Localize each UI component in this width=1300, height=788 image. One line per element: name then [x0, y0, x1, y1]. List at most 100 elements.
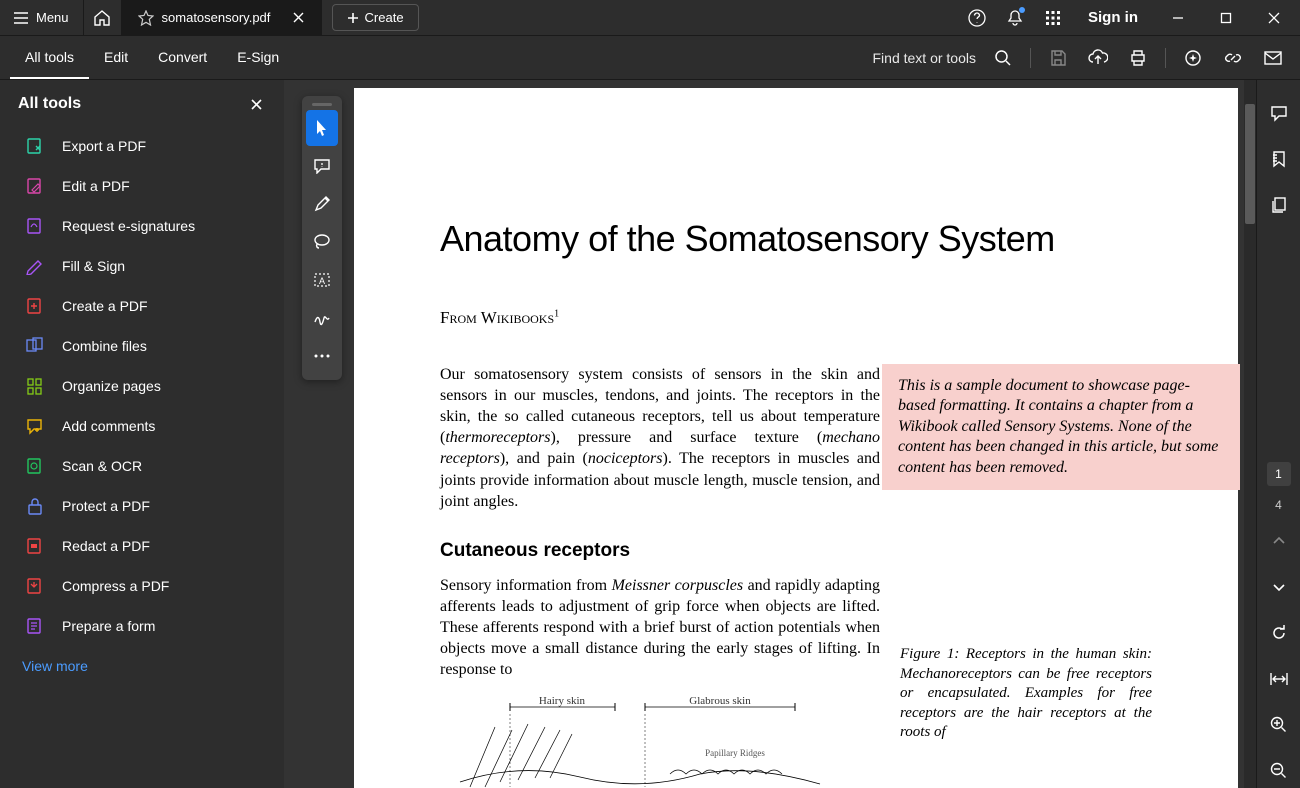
scrollbar-thumb[interactable]	[1245, 104, 1255, 224]
rotate-button[interactable]	[1262, 616, 1296, 650]
tool-label: Redact a PDF	[62, 538, 150, 554]
skin-diagram: Hairy skin Glabrous skin Papillary Ridge…	[440, 692, 880, 788]
tool-label: Edit a PDF	[62, 178, 130, 194]
comments-icon	[1270, 104, 1288, 122]
apps-button[interactable]	[1036, 1, 1070, 35]
print-button[interactable]	[1121, 41, 1155, 75]
menu-button[interactable]: Menu	[0, 0, 84, 35]
tool-icon	[26, 337, 44, 355]
tool-icon	[26, 617, 44, 635]
chevron-down-icon	[1272, 582, 1286, 592]
home-button[interactable]	[84, 0, 122, 35]
tab-close-button[interactable]	[286, 5, 312, 31]
tool-icon	[26, 297, 44, 315]
help-button[interactable]	[960, 1, 994, 35]
tool-item-edit-a-pdf[interactable]: Edit a PDF	[18, 166, 266, 206]
tool-item-fill-sign[interactable]: Fill & Sign	[18, 246, 266, 286]
create-label: Create	[365, 10, 404, 25]
link-button[interactable]	[1216, 41, 1250, 75]
zoom-in-icon	[1270, 716, 1288, 734]
sidebar-close-button[interactable]	[246, 94, 266, 114]
sample-note-box: This is a sample document to showcase pa…	[882, 364, 1240, 490]
cursor-icon	[314, 119, 330, 137]
tool-label: Request e-signatures	[62, 218, 195, 234]
tab-filename: somatosensory.pdf	[162, 10, 271, 25]
tab-esign[interactable]: E-Sign	[222, 36, 294, 79]
tool-item-add-comments[interactable]: Add comments	[18, 406, 266, 446]
maximize-icon	[1220, 12, 1232, 24]
scrollbar[interactable]	[1244, 80, 1256, 788]
tool-item-request-e-signatures[interactable]: Request e-signatures	[18, 206, 266, 246]
minimize-button[interactable]	[1156, 0, 1200, 35]
home-icon	[93, 9, 111, 27]
help-icon	[968, 9, 986, 27]
highlight-tool[interactable]	[306, 186, 338, 222]
tool-label: Scan & OCR	[62, 458, 142, 474]
ai-assistant-button[interactable]	[1176, 41, 1210, 75]
email-button[interactable]	[1256, 41, 1290, 75]
pdf-page: Anatomy of the Somatosensory System From…	[354, 88, 1238, 788]
tab-edit[interactable]: Edit	[89, 36, 143, 79]
comment-tool[interactable]	[306, 148, 338, 184]
draw-tool[interactable]	[306, 224, 338, 260]
notifications-button[interactable]	[998, 1, 1032, 35]
drag-handle[interactable]	[306, 100, 338, 108]
tab-convert[interactable]: Convert	[143, 36, 222, 79]
close-window-button[interactable]	[1252, 0, 1296, 35]
page-down-button[interactable]	[1262, 570, 1296, 604]
text-select-icon: A	[313, 272, 331, 288]
select-tool[interactable]	[306, 110, 338, 146]
pages-panel-button[interactable]	[1262, 188, 1296, 222]
more-tools[interactable]	[306, 338, 338, 374]
comments-panel-button[interactable]	[1262, 96, 1296, 130]
save-button[interactable]	[1041, 41, 1075, 75]
svg-text:Glabrous skin: Glabrous skin	[689, 695, 751, 707]
tool-item-create-a-pdf[interactable]: Create a PDF	[18, 286, 266, 326]
zoom-in-button[interactable]	[1262, 708, 1296, 742]
text-select-tool[interactable]: A	[306, 262, 338, 298]
tool-item-export-a-pdf[interactable]: Export a PDF	[18, 126, 266, 166]
tool-item-combine-files[interactable]: Combine files	[18, 326, 266, 366]
tab-all-tools[interactable]: All tools	[10, 36, 89, 79]
signin-button[interactable]: Sign in	[1074, 9, 1152, 26]
tool-item-compress-a-pdf[interactable]: Compress a PDF	[18, 566, 266, 606]
cloud-upload-button[interactable]	[1081, 41, 1115, 75]
total-pages: 4	[1275, 498, 1282, 512]
zoom-out-button[interactable]	[1262, 754, 1296, 788]
plus-icon	[347, 12, 359, 24]
paragraph-1: Our somatosensory system consists of sen…	[440, 364, 880, 512]
email-icon	[1264, 51, 1282, 65]
svg-text:Hairy skin: Hairy skin	[539, 695, 586, 707]
save-icon	[1049, 49, 1067, 67]
maximize-button[interactable]	[1204, 0, 1248, 35]
create-button[interactable]: Create	[332, 4, 419, 31]
document-title: Anatomy of the Somatosensory System	[440, 218, 1152, 260]
tool-item-prepare-a-form[interactable]: Prepare a form	[18, 606, 266, 646]
tool-icon	[26, 577, 44, 595]
tool-item-organize-pages[interactable]: Organize pages	[18, 366, 266, 406]
page-up-button[interactable]	[1262, 524, 1296, 558]
fit-width-button[interactable]	[1262, 662, 1296, 696]
tool-label: Organize pages	[62, 378, 161, 394]
search-button[interactable]	[986, 41, 1020, 75]
tool-label: Prepare a form	[62, 618, 155, 634]
sparkle-icon	[1184, 49, 1202, 67]
tool-item-redact-a-pdf[interactable]: Redact a PDF	[18, 526, 266, 566]
signature-tool[interactable]	[306, 300, 338, 336]
close-icon	[251, 99, 262, 110]
tool-icon	[26, 537, 44, 555]
page-viewport[interactable]: Anatomy of the Somatosensory System From…	[284, 80, 1256, 788]
lasso-icon	[313, 234, 331, 250]
current-page-badge[interactable]: 1	[1267, 462, 1291, 486]
tool-label: Combine files	[62, 338, 147, 354]
tool-label: Fill & Sign	[62, 258, 125, 274]
document-tab[interactable]: somatosensory.pdf	[122, 0, 322, 35]
tool-item-scan-ocr[interactable]: Scan & OCR	[18, 446, 266, 486]
tool-icon	[26, 417, 44, 435]
tool-item-protect-a-pdf[interactable]: Protect a PDF	[18, 486, 266, 526]
view-more-link[interactable]: View more	[18, 646, 266, 686]
close-icon	[1268, 12, 1280, 24]
bookmarks-panel-button[interactable]	[1262, 142, 1296, 176]
find-label: Find text or tools	[873, 50, 977, 66]
sidebar-title: All tools	[18, 95, 81, 113]
